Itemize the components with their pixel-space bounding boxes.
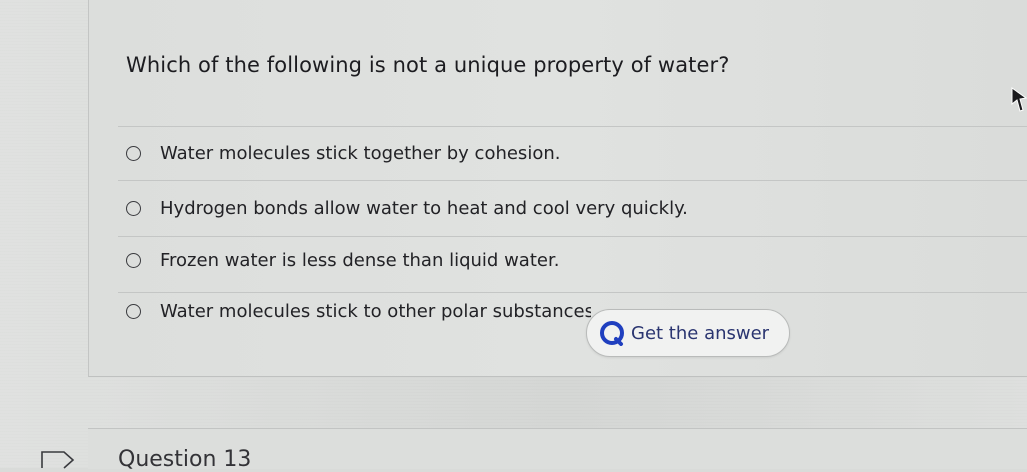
mouse-pointer-icon xyxy=(1011,87,1027,112)
radio-button[interactable] xyxy=(126,252,141,268)
divider xyxy=(118,126,1027,127)
question-prompt: Which of the following is not a unique p… xyxy=(126,53,730,77)
answer-option-label: Hydrogen bonds allow water to heat and c… xyxy=(160,197,688,219)
divider xyxy=(118,292,1027,293)
answer-option-1[interactable]: Water molecules stick together by cohesi… xyxy=(126,138,560,168)
next-question-title: Question 13 xyxy=(118,447,252,472)
answer-option-label: Water molecules stick together by cohesi… xyxy=(160,142,561,164)
get-answer-button[interactable]: Get the answer xyxy=(586,309,790,357)
answer-option-2[interactable]: Hydrogen bonds allow water to heat and c… xyxy=(126,193,688,223)
answer-option-3[interactable]: Frozen water is less dense than liquid w… xyxy=(126,245,559,275)
answer-option-label: Frozen water is less dense than liquid w… xyxy=(160,249,560,271)
search-bubble-icon xyxy=(600,321,624,346)
answer-option-label-clip: Water molecules stick to other polar sub… xyxy=(160,301,591,322)
get-answer-label: Get the answer xyxy=(631,322,770,344)
answer-option-4[interactable]: Water molecules stick to other polar sub… xyxy=(126,296,591,326)
answer-option-label: Water molecules stick to other polar sub… xyxy=(160,300,591,322)
radio-button[interactable] xyxy=(126,200,141,216)
divider xyxy=(118,180,1027,181)
bookmark-flag-icon[interactable] xyxy=(40,449,76,469)
divider xyxy=(118,236,1027,237)
radio-button[interactable] xyxy=(126,145,141,161)
radio-button[interactable] xyxy=(126,303,141,319)
